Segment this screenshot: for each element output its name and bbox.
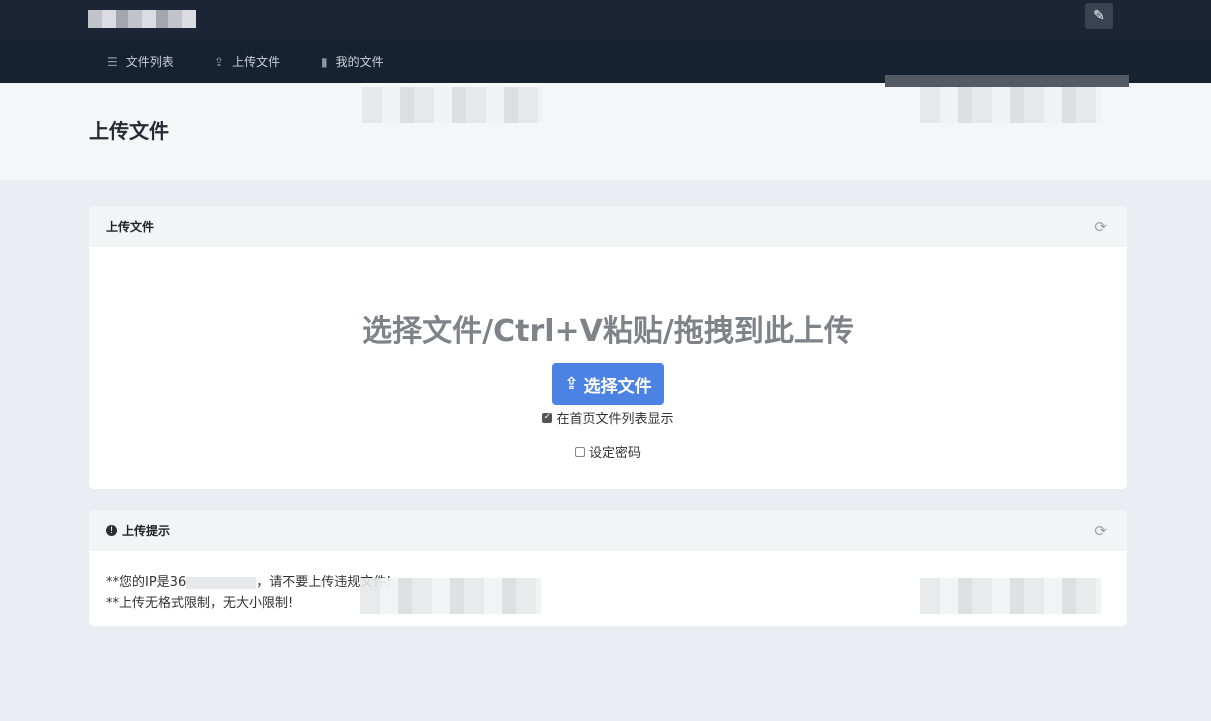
upload-icon: ⇪ — [214, 54, 225, 69]
nav-item-label: 文件列表 — [125, 55, 174, 69]
tip-line-limits: **上传无格式限制，无大小限制! — [106, 596, 294, 611]
nav-item-label: 上传文件 — [232, 55, 281, 69]
refresh-icon[interactable]: ⟳ — [1094, 522, 1107, 540]
redacted-region — [920, 87, 1101, 123]
top-bar: ✎ — [0, 0, 1211, 40]
upload-icon: ⇪ — [564, 374, 579, 394]
theme-toggle-button[interactable]: ✎ — [1085, 3, 1113, 29]
option-label: 在首页文件列表显示 — [556, 412, 674, 427]
card-title: 上传提示 — [122, 524, 171, 538]
page-title: 上传文件 — [89, 119, 169, 143]
redacted-ip — [186, 576, 257, 589]
show-on-home-checkbox[interactable]: ✓ — [542, 412, 553, 423]
redaction-bar — [885, 75, 1129, 87]
redacted-region — [362, 87, 543, 123]
nav-item-my-files[interactable]: ▮ 我的文件 — [321, 40, 384, 83]
button-label: 选择文件 — [583, 376, 652, 397]
option-label: 设定密码 — [588, 446, 641, 461]
list-icon: ☰ — [107, 54, 118, 69]
set-password-checkbox[interactable] — [574, 446, 585, 457]
nav-item-label: 我的文件 — [335, 55, 384, 69]
redacted-region — [360, 578, 541, 614]
drop-zone-text[interactable]: 选择文件/Ctrl+V粘贴/拖拽到此上传 — [89, 306, 1127, 350]
site-logo[interactable] — [88, 10, 196, 28]
info-icon: ! — [106, 525, 117, 536]
card-title: 上传文件 — [106, 220, 155, 234]
tip-line-ip: **您的IP是36 ，请不要上传违规文件! — [106, 575, 392, 590]
card-header: ! 上传提示 ⟳ — [89, 510, 1127, 551]
set-password-option[interactable]: 设定密码 — [89, 442, 1127, 461]
card-header: 上传文件 ⟳ — [89, 206, 1127, 247]
refresh-icon[interactable]: ⟳ — [1094, 218, 1107, 236]
upload-card: 上传文件 ⟳ 选择文件/Ctrl+V粘贴/拖拽到此上传 ⇪ 选择文件 ✓ 在首页… — [89, 206, 1127, 489]
brush-icon: ✎ — [1093, 8, 1105, 24]
file-icon: ▮ — [321, 54, 328, 69]
choose-file-button[interactable]: ⇪ 选择文件 — [552, 363, 664, 405]
nav-item-upload[interactable]: ⇪ 上传文件 — [214, 40, 280, 83]
redacted-region — [920, 578, 1101, 614]
show-on-home-option[interactable]: ✓ 在首页文件列表显示 — [89, 408, 1127, 427]
nav-item-file-list[interactable]: ☰ 文件列表 — [107, 40, 174, 83]
